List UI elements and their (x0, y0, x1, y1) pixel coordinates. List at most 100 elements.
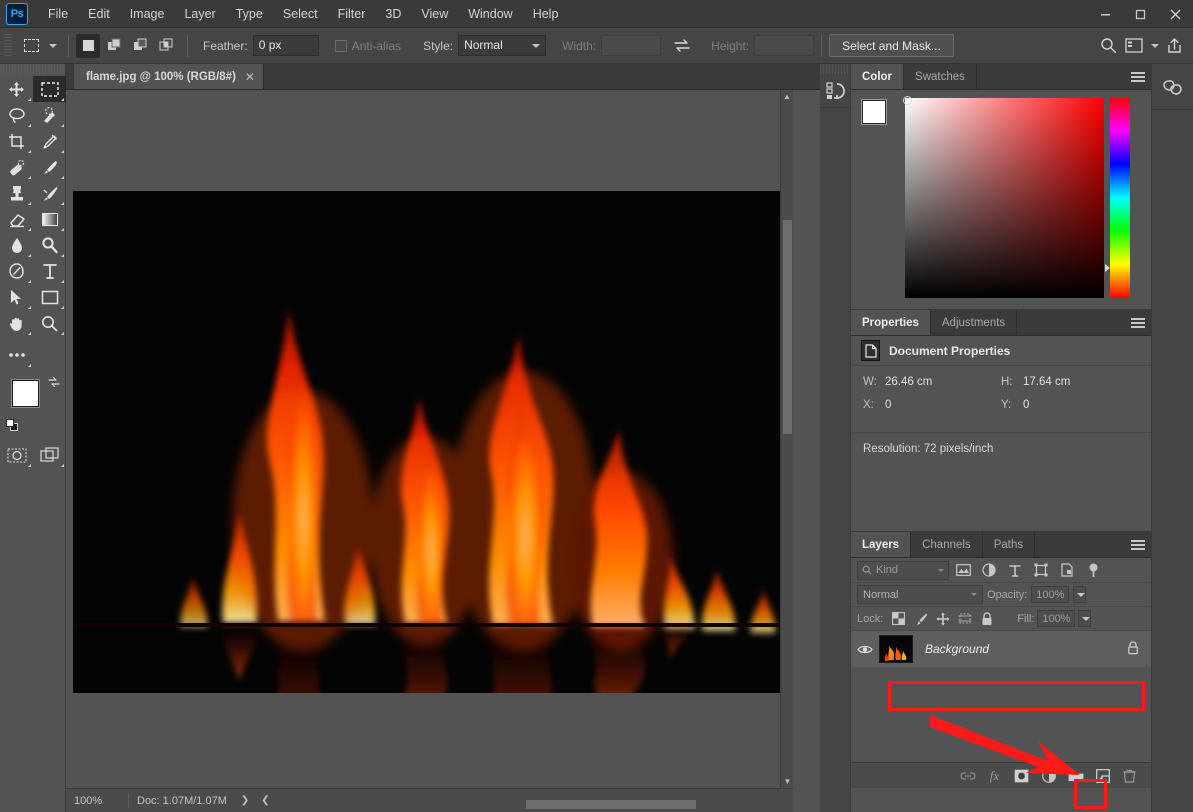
tab-layers[interactable]: Layers (851, 532, 911, 557)
history-panel-button[interactable] (820, 74, 851, 108)
edit-toolbar-tool[interactable] (0, 342, 33, 368)
brush-tool[interactable] (33, 154, 66, 180)
tab-channels[interactable]: Channels (911, 532, 983, 557)
layer-thumbnail[interactable] (879, 635, 913, 663)
canvas-vertical-scrollbar[interactable]: ▲ ▼ (780, 90, 793, 788)
menu-window[interactable]: Window (458, 2, 522, 26)
quick-selection-tool[interactable] (33, 102, 66, 128)
search-button[interactable] (1095, 33, 1121, 59)
tab-adjustments[interactable]: Adjustments (931, 310, 1017, 335)
workspace-chevron-button[interactable] (1147, 33, 1161, 59)
lock-all-icon[interactable] (977, 609, 996, 628)
scrollbar-thumb[interactable] (526, 800, 696, 809)
document-tab[interactable]: flame.jpg @ 100% (RGB/8#) ✕ (74, 64, 264, 89)
lock-position-icon[interactable] (933, 609, 952, 628)
tab-paths[interactable]: Paths (983, 532, 1035, 557)
menu-3d[interactable]: 3D (375, 2, 411, 26)
options-bar-grip[interactable] (4, 34, 12, 58)
smart-object-filter-icon[interactable] (1055, 560, 1079, 581)
anti-alias-checkbox[interactable]: Anti-alias (335, 39, 401, 53)
rail-grip[interactable] (820, 64, 850, 74)
close-button[interactable] (1158, 0, 1193, 28)
screen-mode-button[interactable] (33, 442, 66, 468)
color-field[interactable] (905, 98, 1104, 298)
lock-transparent-pixels-icon[interactable] (889, 609, 908, 628)
panel-menu-icon[interactable] (1131, 72, 1145, 82)
tools-panel-grip[interactable] (0, 64, 65, 74)
filter-toggle-icon[interactable] (1081, 560, 1105, 581)
maximize-button[interactable] (1123, 0, 1158, 28)
subtract-from-selection-button[interactable] (128, 34, 152, 58)
tab-properties[interactable]: Properties (851, 310, 931, 335)
pen-tool[interactable] (0, 258, 33, 284)
adjustment-filter-icon[interactable] (977, 560, 1001, 581)
delete-layer-button[interactable] (1116, 764, 1143, 788)
canvas-area[interactable]: ▲ ▼ (66, 90, 793, 788)
layer-name[interactable]: Background (925, 642, 989, 656)
dodge-tool[interactable] (33, 232, 66, 258)
document-tab-close-icon[interactable]: ✕ (245, 70, 255, 84)
rectangular-marquee-tool[interactable] (33, 76, 66, 102)
hue-slider[interactable] (1110, 98, 1130, 298)
zoom-tool[interactable] (33, 310, 66, 336)
menu-filter[interactable]: Filter (328, 2, 376, 26)
fill-chevron-icon[interactable] (1078, 610, 1091, 627)
clone-stamp-tool[interactable] (0, 180, 33, 206)
menu-select[interactable]: Select (273, 2, 328, 26)
add-to-selection-button[interactable] (102, 34, 126, 58)
status-expand-icon[interactable]: ❯ (241, 795, 249, 806)
layer-row-background[interactable]: Background (851, 631, 1151, 667)
canvas-horizontal-scrollbar[interactable] (366, 799, 779, 810)
menu-file[interactable]: File (38, 2, 78, 26)
style-select[interactable]: Normal (458, 35, 546, 56)
type-filter-icon[interactable] (1003, 560, 1027, 581)
horizontal-type-tool[interactable] (33, 258, 66, 284)
panel-menu-icon[interactable] (1131, 318, 1145, 328)
x-value[interactable]: 0 (885, 399, 891, 411)
opacity-chevron-icon[interactable] (1073, 586, 1086, 603)
document-image[interactable] (73, 191, 793, 693)
width-input[interactable] (601, 35, 661, 56)
minimize-button[interactable] (1088, 0, 1123, 28)
workspace-button[interactable] (1121, 33, 1147, 59)
status-zoom-value[interactable]: 100% (66, 795, 120, 807)
add-layer-mask-button[interactable] (1008, 764, 1035, 788)
select-and-mask-button[interactable]: Select and Mask... (829, 34, 954, 57)
lock-artboard-icon[interactable] (955, 609, 974, 628)
height-value[interactable]: 17.64 cm (1023, 376, 1070, 388)
height-input[interactable] (754, 35, 814, 56)
layer-style-button[interactable]: fx (981, 764, 1008, 788)
hand-tool[interactable] (0, 310, 33, 336)
history-brush-tool[interactable] (33, 180, 66, 206)
gradient-tool[interactable] (33, 206, 66, 232)
tab-swatches[interactable]: Swatches (904, 64, 977, 89)
lock-image-pixels-icon[interactable] (911, 609, 930, 628)
quick-mask-button[interactable] (0, 442, 33, 468)
creative-cloud-button[interactable] (1152, 64, 1193, 110)
share-button[interactable] (1161, 33, 1187, 59)
swap-width-height-button[interactable] (669, 33, 695, 59)
panel-menu-icon[interactable] (1131, 540, 1145, 550)
opacity-input[interactable]: 100% (1031, 586, 1069, 603)
path-selection-tool[interactable] (0, 284, 33, 310)
spot-healing-brush-tool[interactable] (0, 154, 33, 180)
fill-input[interactable]: 100% (1037, 610, 1075, 627)
blur-tool[interactable] (0, 232, 33, 258)
layer-visibility-toggle[interactable] (851, 644, 879, 655)
intersect-selection-button[interactable] (154, 34, 178, 58)
default-colors-button[interactable] (6, 419, 19, 432)
tool-preset-chevron[interactable] (47, 44, 57, 48)
width-value[interactable]: 26.46 cm (885, 376, 932, 388)
crop-tool[interactable] (0, 128, 33, 154)
foreground-color-swatch[interactable] (12, 380, 39, 407)
feather-input[interactable]: 0 px (253, 35, 319, 56)
scroll-up-arrow-icon[interactable]: ▲ (781, 90, 793, 103)
blend-mode-select[interactable]: Normal (857, 585, 983, 604)
tab-color[interactable]: Color (851, 64, 904, 89)
active-tool-preset[interactable] (16, 33, 46, 59)
new-adjustment-layer-button[interactable] (1035, 764, 1062, 788)
menu-type[interactable]: Type (226, 2, 273, 26)
menu-view[interactable]: View (411, 2, 458, 26)
menu-image[interactable]: Image (120, 2, 175, 26)
scroll-down-arrow-icon[interactable]: ▼ (781, 775, 793, 788)
